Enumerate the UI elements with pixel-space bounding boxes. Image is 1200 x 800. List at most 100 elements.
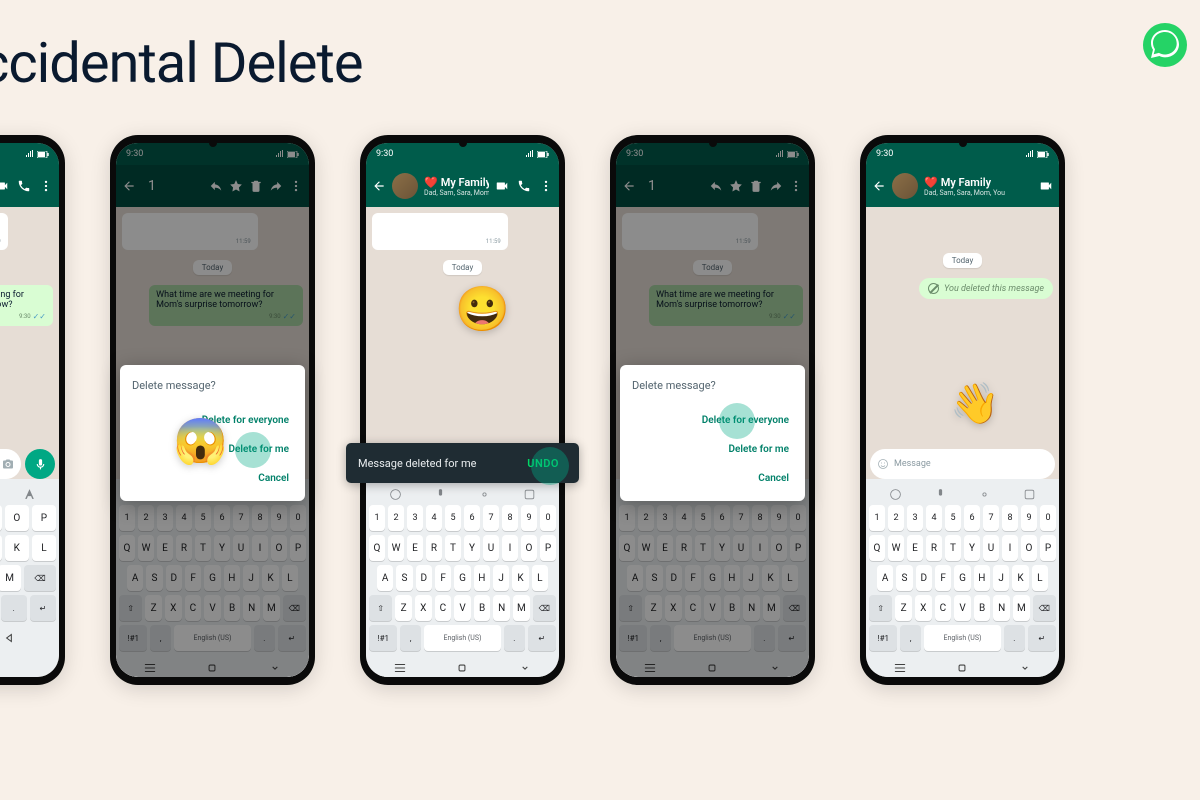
key-t[interactable]: T bbox=[445, 535, 461, 561]
key-y[interactable]: Y bbox=[964, 535, 980, 561]
key-m[interactable]: M bbox=[1013, 595, 1030, 621]
key-l[interactable]: L bbox=[782, 565, 798, 591]
key-n[interactable]: N bbox=[243, 595, 260, 621]
key-4[interactable]: 4 bbox=[426, 505, 442, 531]
key-h[interactable]: H bbox=[724, 565, 740, 591]
key-l[interactable]: L bbox=[1032, 565, 1048, 591]
more-icon[interactable] bbox=[289, 179, 303, 193]
key-f[interactable]: F bbox=[185, 565, 201, 591]
key-5[interactable]: 5 bbox=[445, 505, 461, 531]
key-u[interactable]: U bbox=[483, 535, 499, 561]
key-a[interactable]: A bbox=[877, 565, 893, 591]
key-l[interactable]: L bbox=[32, 535, 56, 561]
key-o[interactable]: O bbox=[521, 535, 537, 561]
key-r[interactable]: R bbox=[176, 535, 192, 561]
key-9[interactable]: 9 bbox=[271, 505, 287, 531]
key-v[interactable]: V bbox=[704, 595, 721, 621]
key-n[interactable]: N bbox=[993, 595, 1010, 621]
key-y[interactable]: Y bbox=[464, 535, 480, 561]
key-8[interactable]: 8 bbox=[1002, 505, 1018, 531]
key-s[interactable]: S bbox=[896, 565, 912, 591]
delete-me-button[interactable]: Delete for me bbox=[632, 435, 793, 464]
key-h[interactable]: H bbox=[974, 565, 990, 591]
key-z[interactable]: Z bbox=[895, 595, 912, 621]
key-i[interactable]: I bbox=[1002, 535, 1018, 561]
key-j[interactable]: J bbox=[993, 565, 1009, 591]
key-z[interactable]: Z bbox=[145, 595, 162, 621]
key-9[interactable]: 9 bbox=[771, 505, 787, 531]
chat-body[interactable]: 11:59 Today What time are we meeting for… bbox=[0, 207, 59, 477]
key-r[interactable]: R bbox=[426, 535, 442, 561]
key-o[interactable]: O bbox=[5, 505, 29, 531]
keyboard[interactable]: RTYUIOP DFGHJKL XCVBNM ⌫ , English (US) … bbox=[0, 479, 59, 677]
star-icon[interactable] bbox=[229, 179, 243, 193]
key-2[interactable]: 2 bbox=[888, 505, 904, 531]
key-p[interactable]: P bbox=[790, 535, 806, 561]
key-s[interactable]: S bbox=[646, 565, 662, 591]
key-3[interactable]: 3 bbox=[657, 505, 673, 531]
key-q[interactable]: Q bbox=[369, 535, 385, 561]
delete-icon[interactable] bbox=[249, 179, 263, 193]
backspace-key[interactable]: ⌫ bbox=[283, 595, 306, 621]
key-w[interactable]: W bbox=[888, 535, 904, 561]
key-c[interactable]: C bbox=[435, 595, 452, 621]
key-2[interactable]: 2 bbox=[388, 505, 404, 531]
key-x[interactable]: X bbox=[665, 595, 682, 621]
key-i[interactable]: I bbox=[0, 505, 2, 531]
key-k[interactable]: K bbox=[762, 565, 778, 591]
key-1[interactable]: 1 bbox=[619, 505, 635, 531]
key-l[interactable]: L bbox=[282, 565, 298, 591]
key-y[interactable]: Y bbox=[214, 535, 230, 561]
nav-recent-icon[interactable] bbox=[143, 661, 157, 675]
key-n[interactable]: N bbox=[743, 595, 760, 621]
key-o[interactable]: O bbox=[271, 535, 287, 561]
key-q[interactable]: Q bbox=[619, 535, 635, 561]
key-o[interactable]: O bbox=[1021, 535, 1037, 561]
star-icon[interactable] bbox=[729, 179, 743, 193]
key-4[interactable]: 4 bbox=[176, 505, 192, 531]
key-4[interactable]: 4 bbox=[676, 505, 692, 531]
more-icon[interactable] bbox=[39, 179, 53, 193]
video-call-icon[interactable] bbox=[495, 179, 509, 193]
key-8[interactable]: 8 bbox=[752, 505, 768, 531]
shift-key[interactable]: ⇧ bbox=[119, 595, 142, 621]
key-0[interactable]: 0 bbox=[540, 505, 556, 531]
key-1[interactable]: 1 bbox=[869, 505, 885, 531]
key-e[interactable]: E bbox=[157, 535, 173, 561]
key-1[interactable]: 1 bbox=[119, 505, 135, 531]
key-s[interactable]: S bbox=[396, 565, 412, 591]
key-m[interactable]: M bbox=[263, 595, 280, 621]
key-w[interactable]: W bbox=[388, 535, 404, 561]
more-icon[interactable] bbox=[539, 179, 553, 193]
key-u[interactable]: U bbox=[233, 535, 249, 561]
key-7[interactable]: 7 bbox=[233, 505, 249, 531]
key-9[interactable]: 9 bbox=[521, 505, 537, 531]
key-l[interactable]: L bbox=[532, 565, 548, 591]
key-f[interactable]: F bbox=[685, 565, 701, 591]
key-j[interactable]: J bbox=[743, 565, 759, 591]
key-p[interactable]: P bbox=[1040, 535, 1056, 561]
key-8[interactable]: 8 bbox=[252, 505, 268, 531]
more-icon[interactable] bbox=[789, 179, 803, 193]
back-icon[interactable] bbox=[122, 179, 136, 193]
key-a[interactable]: A bbox=[127, 565, 143, 591]
enter-key[interactable]: ↵ bbox=[30, 595, 56, 621]
key-p[interactable]: P bbox=[290, 535, 306, 561]
key-r[interactable]: R bbox=[926, 535, 942, 561]
key-g[interactable]: G bbox=[954, 565, 970, 591]
key-b[interactable]: B bbox=[474, 595, 491, 621]
key-x[interactable]: X bbox=[915, 595, 932, 621]
key-6[interactable]: 6 bbox=[464, 505, 480, 531]
nav-back-icon[interactable] bbox=[2, 631, 16, 645]
key-c[interactable]: C bbox=[685, 595, 702, 621]
key-g[interactable]: G bbox=[454, 565, 470, 591]
key-c[interactable]: C bbox=[935, 595, 952, 621]
key-0[interactable]: 0 bbox=[1040, 505, 1056, 531]
key-2[interactable]: 2 bbox=[638, 505, 654, 531]
key-j[interactable]: J bbox=[493, 565, 509, 591]
kb-settings-icon[interactable] bbox=[478, 488, 491, 501]
key-9[interactable]: 9 bbox=[1021, 505, 1037, 531]
message-input[interactable]: age bbox=[0, 449, 21, 479]
key-3[interactable]: 3 bbox=[907, 505, 923, 531]
key-q[interactable]: Q bbox=[869, 535, 885, 561]
